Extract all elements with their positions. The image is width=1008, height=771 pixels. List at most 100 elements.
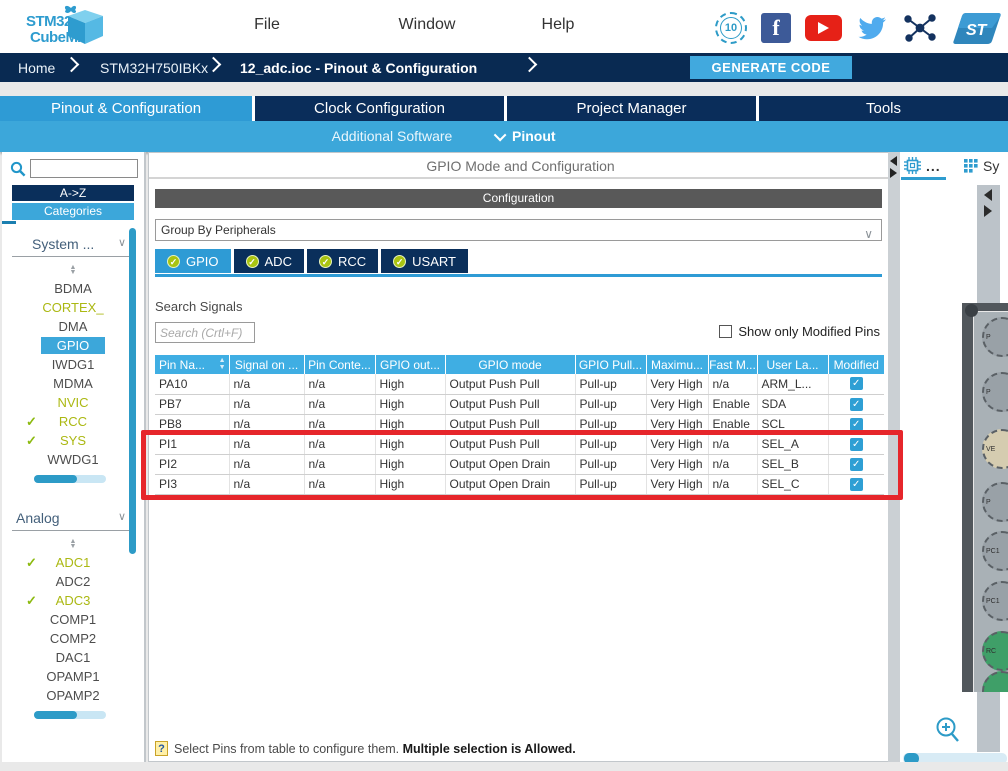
sidebar-item-iwdg1[interactable]: IWDG1: [12, 355, 134, 374]
table-cell: Output Open Drain: [445, 474, 575, 494]
scrollbar-thumb[interactable]: [904, 753, 919, 762]
pinout-horizontal-scrollbar[interactable]: [903, 753, 1007, 762]
section-header-analog[interactable]: Analog∨: [12, 510, 134, 526]
generate-code-button[interactable]: GENERATE CODE: [690, 56, 852, 79]
group-by-select[interactable]: Group By Peripherals ∨: [155, 219, 882, 241]
categories-tab[interactable]: Categories: [12, 203, 134, 220]
sidebar-item-bdma[interactable]: BDMA: [12, 279, 134, 298]
collapse-left-icon[interactable]: [984, 189, 992, 201]
breadcrumb-project[interactable]: 12_adc.ioc - Pinout & Configuration: [240, 60, 477, 76]
panel-title: GPIO Mode and Configuration: [149, 153, 892, 179]
panel-splitter[interactable]: [888, 152, 900, 762]
ten-years-badge-icon[interactable]: 10: [715, 12, 747, 44]
tab-tools[interactable]: Tools: [756, 96, 1008, 121]
peripheral-tab-rcc[interactable]: ✓RCC: [307, 249, 378, 273]
facebook-icon[interactable]: f: [761, 13, 791, 43]
checkbox-checked-icon[interactable]: ✓: [850, 418, 863, 431]
additional-software-button[interactable]: Additional Software: [332, 128, 453, 144]
chip-view-tab[interactable]: ...: [904, 157, 941, 174]
sidebar-item-rcc[interactable]: ✓RCC: [12, 412, 134, 431]
checkbox-checked-icon[interactable]: ✓: [850, 438, 863, 451]
table-cell: Enable: [708, 414, 757, 434]
section-scroll-indicator[interactable]: [34, 475, 106, 483]
zoom-in-icon[interactable]: [934, 716, 962, 746]
sidebar-item-wwdg1[interactable]: WWDG1: [12, 450, 134, 469]
sidebar-item-cortex[interactable]: CORTEX_: [12, 298, 134, 317]
sort-toggle-icon[interactable]: ▲▼: [12, 539, 134, 549]
sidebar-item-label: DMA: [59, 319, 88, 334]
sidebar-item-dac1[interactable]: DAC1: [12, 648, 134, 667]
svg-text:ST: ST: [966, 22, 988, 39]
peripheral-tab-adc[interactable]: ✓ADC: [234, 249, 304, 273]
checkbox-unchecked-icon[interactable]: [719, 325, 732, 338]
system-view-tab[interactable]: Sy: [964, 158, 999, 174]
breadcrumb-home[interactable]: Home: [18, 60, 55, 76]
sidebar-item-dma[interactable]: DMA: [12, 317, 134, 336]
column-header[interactable]: GPIO Pull...: [575, 355, 646, 374]
sidebar-item-comp1[interactable]: COMP1: [12, 610, 134, 629]
sidebar-item-mdma[interactable]: MDMA: [12, 374, 134, 393]
peripheral-tab-gpio[interactable]: ✓GPIO: [155, 249, 231, 273]
column-header[interactable]: User La...: [757, 355, 828, 374]
collapse-right-icon[interactable]: [984, 205, 992, 217]
sidebar-scrollbar[interactable]: [129, 228, 136, 554]
section-header-system[interactable]: System ...∨: [12, 236, 134, 252]
table-row-pa10[interactable]: PA10n/an/aHighOutput Push PullPull-upVer…: [155, 374, 884, 394]
column-header[interactable]: Signal on ...: [229, 355, 304, 374]
collapse-right-icon[interactable]: [890, 168, 897, 178]
checkbox-checked-icon[interactable]: ✓: [850, 377, 863, 390]
checkbox-checked-icon[interactable]: ✓: [850, 478, 863, 491]
mcu-package-view[interactable]: PPVEPPC1PC1RC: [962, 303, 1008, 692]
sidebar-item-adc2[interactable]: ADC2: [12, 572, 134, 591]
sort-az-tab[interactable]: A->Z: [12, 185, 134, 201]
sidebar-item-comp2[interactable]: COMP2: [12, 629, 134, 648]
show-modified-filter[interactable]: Show only Modified Pins: [719, 324, 880, 339]
column-header[interactable]: GPIO out...: [375, 355, 445, 374]
sidebar-item-opamp1[interactable]: OPAMP1: [12, 667, 134, 686]
sidebar-item-opamp2[interactable]: OPAMP2: [12, 686, 134, 705]
table-row-pb8[interactable]: PB8n/an/aHighOutput Push PullPull-upVery…: [155, 414, 884, 434]
pinout-menu-button[interactable]: Pinout: [497, 128, 556, 144]
table-row-pb7[interactable]: PB7n/an/aHighOutput Push PullPull-upVery…: [155, 394, 884, 414]
column-header[interactable]: Fast M...: [708, 355, 757, 374]
signals-search-input[interactable]: [155, 322, 255, 343]
sidebar-item-sys[interactable]: ✓SYS: [12, 431, 134, 450]
column-header[interactable]: GPIO mode: [445, 355, 575, 374]
tab-pinout-configuration[interactable]: Pinout & Configuration: [0, 96, 252, 121]
table-cell-modified: ✓: [828, 474, 884, 494]
menu-file[interactable]: File: [254, 16, 280, 34]
table-cell: Pull-up: [575, 414, 646, 434]
st-logo[interactable]: ST: [952, 10, 1002, 46]
table-row-pi2[interactable]: PI2n/an/aHighOutput Open DrainPull-upVer…: [155, 454, 884, 474]
main-tab-bar: Pinout & Configuration Clock Configurati…: [0, 96, 1008, 121]
sidebar-search-input[interactable]: [30, 159, 138, 178]
menu-window[interactable]: Window: [399, 16, 456, 34]
table-row-pi3[interactable]: PI3n/an/aHighOutput Open DrainPull-upVer…: [155, 474, 884, 494]
sort-arrows-icon[interactable]: ▲▼: [219, 357, 226, 371]
sidebar-item-adc3[interactable]: ✓ADC3: [12, 591, 134, 610]
column-header[interactable]: Modified: [828, 355, 884, 374]
sidebar-item-gpio[interactable]: GPIO: [12, 336, 134, 355]
breadcrumb-mcu[interactable]: STM32H750IBKx: [100, 60, 208, 76]
tab-project-manager[interactable]: Project Manager: [504, 96, 756, 121]
table-cell: Pull-up: [575, 434, 646, 454]
checkbox-checked-icon[interactable]: ✓: [850, 458, 863, 471]
column-header[interactable]: Pin Conte...: [304, 355, 375, 374]
configured-check-icon: ✓: [319, 255, 332, 268]
configured-check-icon: ✓: [246, 255, 259, 268]
twitter-icon[interactable]: [856, 15, 888, 42]
peripheral-tab-usart[interactable]: ✓USART: [381, 249, 468, 273]
sidebar-item-adc1[interactable]: ✓ADC1: [12, 553, 134, 572]
tab-clock-configuration[interactable]: Clock Configuration: [252, 96, 504, 121]
column-header[interactable]: Pin Na...▲▼: [155, 355, 229, 374]
collapse-left-icon[interactable]: [890, 156, 897, 166]
checkbox-checked-icon[interactable]: ✓: [850, 398, 863, 411]
sort-toggle-icon[interactable]: ▲▼: [12, 265, 134, 275]
menu-help[interactable]: Help: [542, 16, 575, 34]
column-header[interactable]: Maximu...: [646, 355, 708, 374]
sidebar-item-nvic[interactable]: NVIC: [12, 393, 134, 412]
st-community-icon[interactable]: [902, 11, 938, 45]
youtube-icon[interactable]: [805, 15, 842, 41]
table-row-pi1[interactable]: PI1n/an/aHighOutput Push PullPull-upVery…: [155, 434, 884, 454]
section-scroll-indicator[interactable]: [34, 711, 106, 719]
